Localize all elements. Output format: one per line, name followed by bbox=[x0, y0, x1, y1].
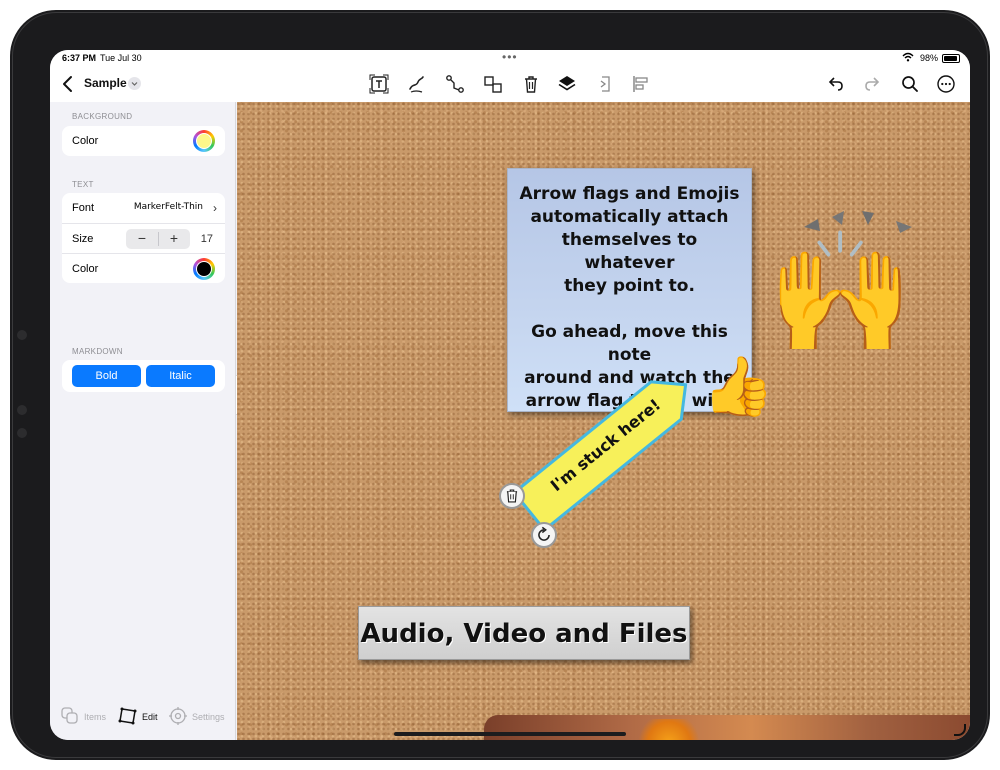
text-color-swatch[interactable] bbox=[193, 258, 215, 280]
note-line: they point to. bbox=[564, 276, 695, 296]
undo-icon[interactable] bbox=[826, 74, 846, 94]
gear-icon bbox=[168, 706, 188, 726]
tab-items-label: Items bbox=[84, 712, 107, 722]
text-box-tool-icon[interactable] bbox=[368, 73, 390, 95]
document-title[interactable]: Sample bbox=[84, 76, 127, 90]
thumbs-up-emoji[interactable]: 👍 bbox=[702, 358, 774, 416]
audio-video-files-label[interactable]: Audio, Video and Files bbox=[358, 606, 690, 660]
note-gap bbox=[516, 298, 743, 321]
screen: 6:37 PM Tue Jul 30 ••• 98% Sample BACKGR… bbox=[50, 50, 970, 740]
background-group: Color bbox=[62, 126, 225, 156]
tab-edit[interactable]: Edit bbox=[118, 706, 168, 728]
leaf-image bbox=[634, 719, 704, 740]
italic-button[interactable]: Italic bbox=[146, 365, 215, 387]
note-line: automatically attach bbox=[530, 207, 729, 227]
bold-button[interactable]: Bold bbox=[72, 365, 141, 387]
text-color-row[interactable]: Color bbox=[62, 253, 225, 283]
chevron-right-icon: › bbox=[213, 201, 217, 215]
redo-icon[interactable] bbox=[862, 74, 882, 94]
decrease-size-button[interactable]: − bbox=[126, 230, 158, 248]
note-line: themselves to whatever bbox=[561, 230, 698, 273]
font-value: MarkerFelt-Thin bbox=[133, 202, 203, 212]
font-row[interactable]: Font MarkerFelt-Thin › bbox=[62, 193, 225, 223]
battery-icon bbox=[942, 54, 960, 63]
background-color-row[interactable]: Color bbox=[62, 126, 225, 156]
multitasking-dots-icon[interactable]: ••• bbox=[502, 50, 518, 64]
trash-tool-icon[interactable] bbox=[520, 73, 542, 95]
connector-tool-icon[interactable] bbox=[444, 73, 466, 95]
markdown-section-title: MARKDOWN bbox=[72, 347, 123, 356]
sensor-dot bbox=[17, 405, 27, 415]
edit-icon bbox=[118, 706, 138, 726]
tab-settings[interactable]: Settings bbox=[168, 706, 234, 728]
markdown-group: Bold Italic bbox=[62, 360, 225, 392]
tab-settings-label: Settings bbox=[192, 712, 225, 722]
search-icon[interactable] bbox=[900, 74, 920, 94]
status-bar: 6:37 PM Tue Jul 30 ••• 98% bbox=[50, 50, 970, 66]
items-icon bbox=[60, 706, 80, 726]
autumn-leaf-photo[interactable] bbox=[484, 715, 970, 740]
corkboard-canvas[interactable]: Arrow flags and Emojis automatically att… bbox=[237, 102, 970, 740]
size-row: Size − + 17 bbox=[62, 223, 225, 253]
size-stepper[interactable]: − + bbox=[126, 229, 190, 249]
title-dropdown-icon[interactable] bbox=[128, 77, 141, 90]
sidebar-tab-bar: Items Edit Settings bbox=[50, 696, 236, 740]
top-toolbar: Sample bbox=[50, 66, 970, 102]
note-line: Arrow flags and Emojis bbox=[519, 184, 740, 204]
text-section-title: TEXT bbox=[72, 180, 94, 189]
status-time: 6:37 PM bbox=[62, 53, 97, 63]
shapes-tool-icon[interactable] bbox=[482, 73, 504, 95]
rotate-handle-icon[interactable] bbox=[531, 522, 557, 548]
background-color-label: Color bbox=[72, 135, 99, 147]
inspector-sidebar: BACKGROUND Color TEXT Font MarkerFelt-Th… bbox=[50, 102, 236, 740]
size-value: 17 bbox=[200, 233, 213, 245]
tab-edit-label: Edit bbox=[142, 712, 158, 722]
background-color-swatch[interactable] bbox=[193, 130, 215, 152]
size-label: Size bbox=[72, 233, 94, 245]
raised-hands-emoji[interactable]: 🙌 bbox=[767, 234, 914, 352]
flip-tool-icon[interactable] bbox=[594, 73, 616, 95]
more-options-icon[interactable] bbox=[936, 74, 956, 94]
back-chevron-icon[interactable] bbox=[58, 74, 78, 94]
increase-size-button[interactable]: + bbox=[158, 230, 190, 248]
pen-tool-icon[interactable] bbox=[406, 73, 428, 95]
status-date: Tue Jul 30 bbox=[100, 53, 142, 63]
align-tool-icon[interactable] bbox=[630, 73, 652, 95]
background-section-title: BACKGROUND bbox=[72, 112, 133, 121]
layers-tool-icon[interactable] bbox=[556, 73, 578, 95]
camera-dot bbox=[17, 330, 27, 340]
battery-percent: 98% bbox=[919, 53, 938, 63]
home-indicator[interactable] bbox=[394, 732, 626, 736]
text-group: Font MarkerFelt-Thin › Size − + 17 Color bbox=[62, 193, 225, 283]
ipad-frame: 6:37 PM Tue Jul 30 ••• 98% Sample BACKGR… bbox=[10, 10, 990, 760]
wifi-icon bbox=[902, 52, 914, 64]
sensor-dot bbox=[17, 428, 27, 438]
font-label: Font bbox=[72, 202, 95, 214]
tab-items[interactable]: Items bbox=[60, 706, 110, 728]
delete-handle-trash-icon[interactable] bbox=[499, 483, 525, 509]
text-color-label: Color bbox=[72, 263, 99, 275]
